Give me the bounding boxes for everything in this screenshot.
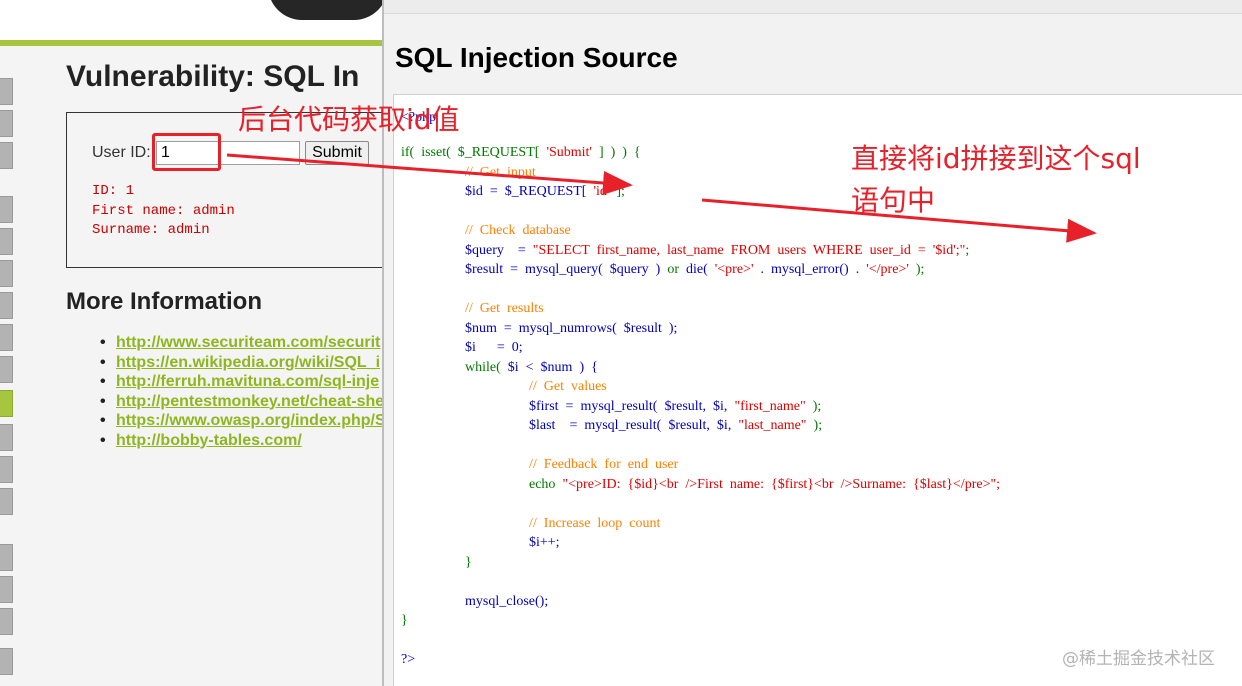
result-id: ID: 1 <box>92 183 135 199</box>
submit-button[interactable]: Submit <box>305 141 369 165</box>
code-token: ); <box>908 262 925 277</box>
code-token: if( isset( $_REQUEST[ <box>401 145 547 160</box>
code-line-echo: echo "<pre>ID: {$id}<br />First name: {$… <box>529 477 1000 493</box>
code-comment: // Feedback for end user <box>529 457 679 472</box>
menu-tab[interactable] <box>0 292 13 319</box>
info-link[interactable]: http://ferruh.mavituna.com/sql-inje <box>116 373 379 390</box>
result-surname: Surname: admin <box>92 222 210 238</box>
code-token: $first = mysql_result( $result, $i, <box>529 399 735 414</box>
info-link[interactable]: http://bobby-tables.com/ <box>116 432 302 449</box>
menu-tab[interactable] <box>0 142 13 169</box>
code-line-incr: $i++; <box>529 535 560 550</box>
annotation-line: 语句中 <box>851 184 936 217</box>
menu-tab[interactable] <box>0 324 13 351</box>
code-line-num: $num = mysql_numrows( $result ); <box>465 321 678 336</box>
menu-tab[interactable] <box>0 576 13 603</box>
code-token: ]; <box>609 184 625 199</box>
code-comment: // Get values <box>529 379 607 394</box>
code-token: 'id' <box>593 184 610 199</box>
code-token: $last = mysql_result( $result, $i, <box>529 418 739 433</box>
code-comment: // Check database <box>465 223 571 238</box>
code-line-first: $first = mysql_result( $result, $i, "fir… <box>529 399 821 415</box>
code-line-last: $last = mysql_result( $result, $i, "last… <box>529 418 822 434</box>
menu-tab[interactable] <box>0 608 13 635</box>
list-item: https://en.wikipedia.org/wiki/SQL_i <box>100 354 386 374</box>
code-token: '<pre>' <box>714 262 754 277</box>
code-comment: // Increase loop count <box>529 516 661 531</box>
code-line-result: $result = mysql_query( $query ) or die( … <box>465 262 924 278</box>
user-id-label: User ID: <box>92 144 151 161</box>
code-brace: } <box>401 613 408 628</box>
more-information-heading: More Information <box>66 288 262 315</box>
more-information-links: http://www.securiteam.com/securit https:… <box>100 334 386 451</box>
annotation-concat-sql: 直接将id拼接到这个sql 语句中 <box>851 138 1141 222</box>
code-token: $result = mysql_query( $query ) <box>465 262 668 277</box>
list-item: https://www.owasp.org/index.php/S <box>100 412 386 432</box>
list-item: http://www.securiteam.com/securit <box>100 334 386 354</box>
list-item: http://ferruh.mavituna.com/sql-inje <box>100 373 386 393</box>
annotation-get-id: 后台代码获取id值 <box>238 103 460 136</box>
code-line-id: $id = $_REQUEST[ 'id' ]; <box>465 184 625 200</box>
info-link[interactable]: http://www.securiteam.com/securit <box>116 334 380 351</box>
code-token: die( <box>678 262 715 277</box>
code-token: '</pre>' <box>866 262 909 277</box>
menu-tab-sql-injection[interactable] <box>0 390 13 417</box>
code-token: $i < $num ) { <box>500 360 598 375</box>
code-token: ; <box>965 243 970 258</box>
code-token: ] ) ) { <box>591 145 641 160</box>
code-close-tag: ?> <box>401 652 416 667</box>
code-line-query: $query = "SELECT first_name, last_name F… <box>465 243 969 259</box>
code-token: $id = $_REQUEST[ <box>465 184 594 199</box>
page-title: Vulnerability: SQL In <box>66 60 360 93</box>
menu-tab[interactable] <box>0 228 13 255</box>
code-comment: // Get results <box>465 301 544 316</box>
menu-tab[interactable] <box>0 648 13 675</box>
menu-tab[interactable] <box>0 544 13 571</box>
code-line-if: if( isset( $_REQUEST[ 'Submit' ] ) ) { <box>401 145 641 161</box>
code-token: . mysql_error() . <box>753 262 867 277</box>
code-token: "first_name" <box>734 399 806 414</box>
code-line-i: $i = 0; <box>465 340 523 355</box>
list-item: http://bobby-tables.com/ <box>100 432 386 452</box>
info-link[interactable]: http://pentestmonkey.net/cheat-she <box>116 393 384 410</box>
code-token: ); <box>806 418 823 433</box>
menu-tab[interactable] <box>0 110 13 137</box>
annotation-line: 直接将id拼接到这个sql <box>851 142 1141 175</box>
code-token: while( <box>465 360 501 375</box>
popup-address-bar[interactable] <box>384 0 1242 14</box>
code-comment: // Get input <box>465 165 536 180</box>
result-first-name: First name: admin <box>92 203 235 219</box>
menu-tab[interactable] <box>0 424 13 451</box>
code-brace: } <box>465 555 472 570</box>
site-watermark: @稀土掘金技术社区 <box>1062 649 1215 669</box>
user-id-highlight-box <box>152 133 221 171</box>
menu-tab[interactable] <box>0 196 13 223</box>
source-popup-window: SQL Injection Source <?php if( isset( $_… <box>382 0 1242 686</box>
code-token: ); <box>805 399 822 414</box>
code-token: "last_name" <box>738 418 807 433</box>
code-line-close: mysql_close(); <box>465 594 549 609</box>
code-token: echo <box>529 477 556 492</box>
menu-tab[interactable] <box>0 456 13 483</box>
code-token: "SELECT first_name, last_name FROM users… <box>532 243 966 258</box>
dvwa-logo <box>268 0 388 20</box>
menu-tab[interactable] <box>0 260 13 287</box>
code-line-while: while( $i < $num ) { <box>465 360 598 376</box>
popup-title: SQL Injection Source <box>395 42 678 73</box>
menu-tab[interactable] <box>0 78 13 105</box>
code-token: "<pre>ID: {$id}<br />First name: {$first… <box>555 477 1001 492</box>
menu-tab[interactable] <box>0 488 13 515</box>
info-link[interactable]: https://en.wikipedia.org/wiki/SQL_i <box>116 354 380 371</box>
code-token: 'Submit' <box>546 145 592 160</box>
menu-tab[interactable] <box>0 356 13 383</box>
code-token: $query = <box>465 243 533 258</box>
code-token: or <box>667 262 679 277</box>
list-item: http://pentestmonkey.net/cheat-she <box>100 393 386 413</box>
info-link[interactable]: https://www.owasp.org/index.php/S <box>116 412 386 429</box>
